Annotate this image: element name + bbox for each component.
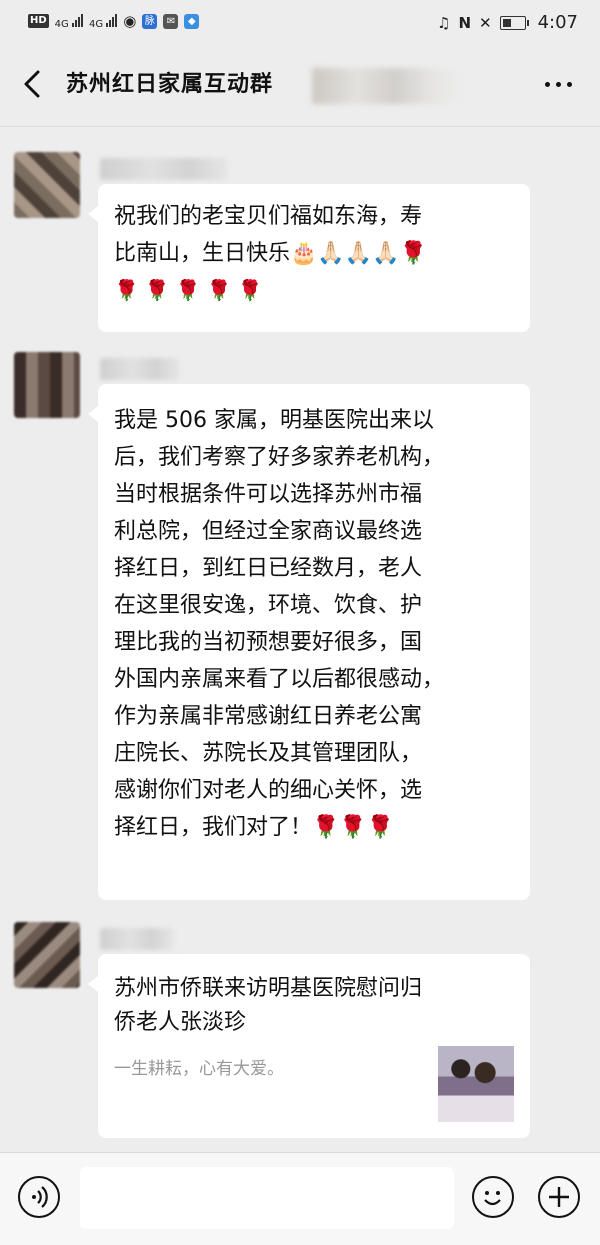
message-line: 外国内亲属来看了以后都很感动， (114, 667, 445, 692)
avatar[interactable] (14, 922, 80, 988)
link-card-title-line: 侨老人张淡珍 (114, 1010, 247, 1035)
link-card-title: 苏州市侨联来访明基医院慰问归 侨老人张淡珍 (114, 972, 514, 1040)
status-bar: HD 4G 4G ◉ 脉 ✉ ◆ ♫ N ✕ 4:07 (0, 0, 600, 44)
wechat-icon: ✉ (163, 13, 179, 29)
message-line: 在这里很安逸，环境、饮食、护 (114, 593, 423, 618)
shield-icon: ◆ (184, 13, 200, 29)
signal-icon: 4G (89, 13, 118, 30)
link-card-description: 一生耕耘，心有大爱。 (114, 1059, 284, 1079)
sender-name (100, 928, 174, 950)
chevron-left-icon[interactable] (18, 68, 48, 100)
link-card-title-line: 苏州市侨联来访明基医院慰问归 (114, 976, 423, 1001)
message-line: 我是 506 家属，明基医院出来以 (114, 408, 434, 433)
message-line: 感谢你们对老人的细心关怀，选 (114, 778, 423, 803)
wifi-icon: ◉ (123, 12, 137, 30)
nfc-icon: N (458, 13, 471, 32)
link-card[interactable]: 苏州市侨联来访明基医院慰问归 侨老人张淡珍 一生耕耘，心有大爱。 (88, 954, 530, 1138)
message-line: 后，我们考察了好多家养老机构， (114, 445, 445, 470)
headset-icon: ♫ (436, 13, 451, 32)
message-line: 比南山，生日快乐🎂🙏🏻🙏🏻🙏🏻🌹 (114, 241, 427, 266)
message-line: 作为亲属非常感谢红日养老公寓 (114, 704, 423, 729)
hd-badge: HD (28, 14, 49, 28)
message-line: 择红日，到红日已经数月，老人 (114, 556, 423, 581)
mute-icon: ✕ (479, 13, 492, 32)
chat-title: 苏州红日家属互动群 (66, 72, 274, 97)
link-card-thumbnail (438, 1046, 514, 1122)
clock: 4:07 (537, 12, 578, 33)
message-bubble[interactable]: 我是 506 家属，明基医院出来以 后，我们考察了好多家养老机构， 当时根据条件… (88, 384, 530, 900)
avatar[interactable] (14, 152, 80, 218)
maimai-app-icon: 脉 (142, 13, 158, 29)
more-icon[interactable] (545, 82, 572, 87)
message-line: 择红日，我们对了！🌹🌹🌹 (114, 815, 395, 840)
message-line: 当时根据条件可以选择苏州市福 (114, 482, 423, 507)
plus-icon[interactable] (538, 1176, 580, 1218)
message-line: 庄院长、苏院长及其管理团队， (114, 741, 423, 766)
avatar[interactable] (14, 352, 80, 418)
emoji-icon[interactable] (472, 1176, 514, 1218)
message-line: 理比我的当初预想要好很多，国 (114, 630, 423, 655)
blurred-title-suffix (312, 68, 462, 104)
message-line: 祝我们的老宝贝们福如东海，寿 (114, 204, 423, 229)
message-input[interactable] (80, 1167, 454, 1229)
message-line: 利总院，但经过全家商议最终选 (114, 519, 423, 544)
message-line: 🌹🌹🌹🌹🌹 (114, 278, 269, 302)
battery-icon (499, 15, 529, 30)
sender-name (100, 358, 180, 380)
input-bar (0, 1152, 600, 1245)
signal-icon: 4G (55, 13, 83, 30)
chat-header: 苏州红日家属互动群 (0, 44, 600, 127)
sender-name (100, 158, 228, 180)
message-bubble[interactable]: 祝我们的老宝贝们福如东海，寿 比南山，生日快乐🎂🙏🏻🙏🏻🙏🏻🌹 🌹🌹🌹🌹🌹 (88, 184, 530, 332)
voice-icon[interactable] (18, 1176, 60, 1218)
